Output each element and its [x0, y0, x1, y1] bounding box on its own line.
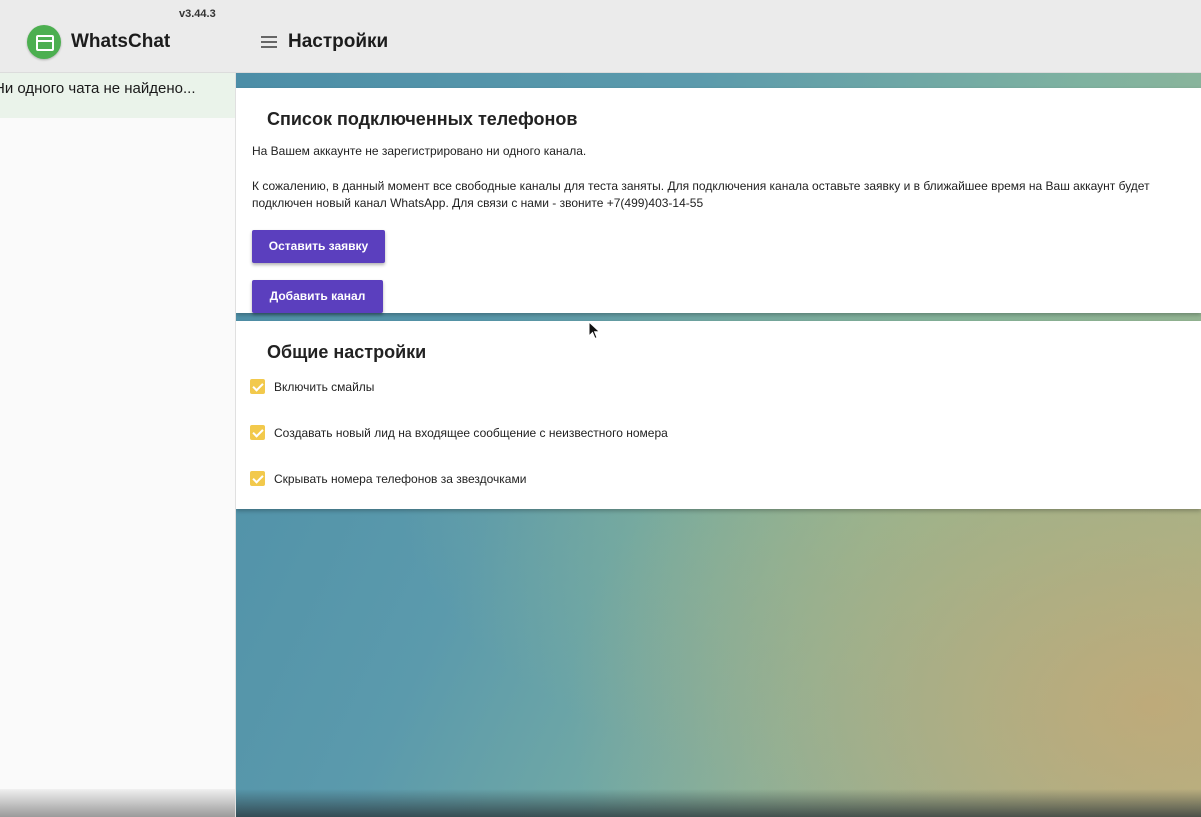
- general-settings-card: Общие настройки Включить смайлы Создават…: [236, 321, 1201, 509]
- checkbox-checked-icon[interactable]: [250, 471, 265, 486]
- setting-label: Включить смайлы: [274, 380, 375, 394]
- add-channel-button[interactable]: Добавить канал: [252, 280, 383, 313]
- submit-request-button[interactable]: Оставить заявку: [252, 230, 385, 263]
- app-title: WhatsChat: [71, 31, 171, 52]
- hamburger-menu-icon[interactable]: [261, 36, 277, 48]
- empty-chats-notice: Ни одного чата не найдено...: [0, 73, 235, 118]
- chat-window-icon: [27, 25, 61, 59]
- no-channels-text: На Вашем аккаунте не зарегистрировано ни…: [252, 144, 587, 158]
- main-content: Список подключенных телефонов На Вашем а…: [236, 73, 1201, 817]
- general-settings-title: Общие настройки: [267, 342, 427, 362]
- sidebar-bottom-shadow: [0, 789, 235, 817]
- app-window: WhatsChat v3.44.3 Настройки Ни одного ча…: [0, 0, 1201, 817]
- setting-label: Создавать новый лид на входящее сообщени…: [274, 426, 668, 440]
- connected-phones-card: Список подключенных телефонов На Вашем а…: [236, 88, 1201, 313]
- empty-chats-text: Ни одного чата не найдено...: [0, 80, 196, 97]
- page-title: Настройки: [288, 31, 389, 52]
- sidebar: Ни одного чата не найдено...: [0, 73, 236, 817]
- app-version: v3.44.3: [179, 8, 216, 20]
- mouse-pointer-icon: [588, 321, 601, 340]
- channels-busy-text: К сожалению, в данный момент все свободн…: [252, 179, 1150, 210]
- main-bottom-shadow: [236, 789, 1201, 817]
- brand: WhatsChat v3.44.3: [0, 0, 235, 72]
- checkbox-checked-icon[interactable]: [250, 379, 265, 394]
- top-bar: WhatsChat v3.44.3 Настройки: [0, 0, 1201, 73]
- checkbox-checked-icon[interactable]: [250, 425, 265, 440]
- connected-phones-title: Список подключенных телефонов: [267, 109, 578, 129]
- setting-label: Скрывать номера телефонов за звездочками: [274, 472, 527, 486]
